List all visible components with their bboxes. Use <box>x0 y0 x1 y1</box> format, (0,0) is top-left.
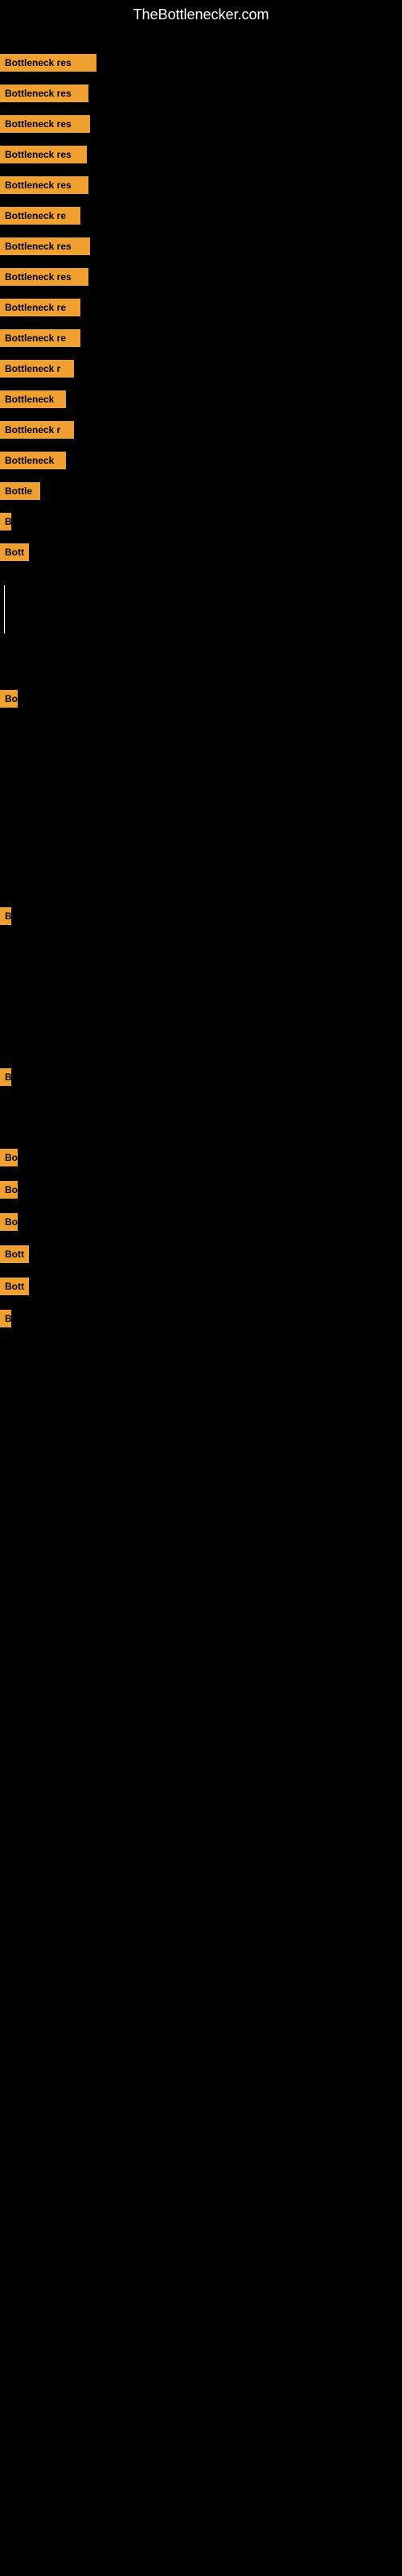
bottleneck-bar: Bottle <box>0 482 40 500</box>
site-title: TheBottlenecker.com <box>0 0 402 30</box>
bottleneck-bar: Bottleneck r <box>0 360 74 378</box>
bottleneck-bar: Bottleneck res <box>0 146 87 163</box>
bottleneck-bar: Bott <box>0 1245 29 1263</box>
bottleneck-bar: Bottleneck res <box>0 85 88 102</box>
bottleneck-bar: Bottleneck re <box>0 207 80 225</box>
bottleneck-bar: Bott <box>0 543 29 561</box>
bottleneck-bar: Bottleneck <box>0 390 66 408</box>
bottleneck-bar: B <box>0 513 11 530</box>
bottleneck-bar: Bottleneck res <box>0 237 90 255</box>
vertical-line <box>4 585 5 634</box>
bottleneck-bar: Bottleneck re <box>0 329 80 347</box>
bottleneck-bar: Bottleneck res <box>0 268 88 286</box>
bottleneck-bar: Bo <box>0 1149 18 1166</box>
bottleneck-bar: Bott <box>0 1278 29 1295</box>
bottleneck-bar: Bo <box>0 1213 18 1231</box>
page-container: TheBottlenecker.com Bottleneck resBottle… <box>0 0 402 2576</box>
bottleneck-bar: Bo <box>0 1181 18 1199</box>
bottleneck-bar: Bottleneck res <box>0 176 88 194</box>
bottleneck-bar: Bottleneck res <box>0 115 90 133</box>
bottleneck-bar: B <box>0 1310 11 1327</box>
bottleneck-bar: B <box>0 1068 11 1086</box>
bottleneck-bar: Bottleneck r <box>0 421 74 439</box>
chart-area: Bottleneck res Bottleneck res Bottleneck r… <box>0 30 402 2574</box>
bottleneck-bar: Bo <box>0 690 18 708</box>
bottleneck-bar: Bottleneck res <box>0 54 96 72</box>
bottleneck-bar: B <box>0 907 11 925</box>
bottleneck-bar: Bottleneck <box>0 452 66 469</box>
bottleneck-bar: Bottleneck re <box>0 299 80 316</box>
